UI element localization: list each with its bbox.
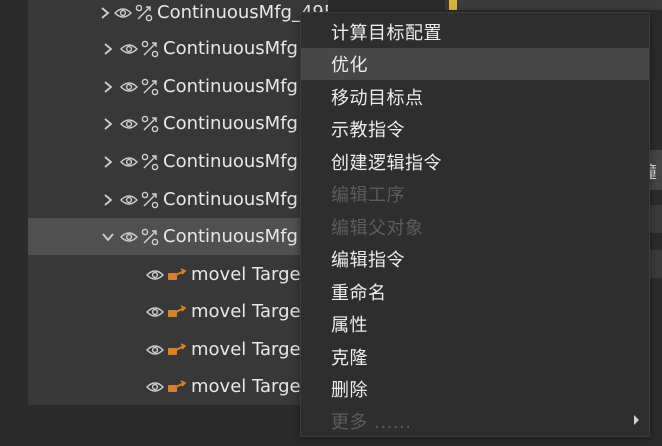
menu-item-label: 优化: [331, 55, 368, 76]
chevron-right-icon[interactable]: [100, 192, 116, 208]
menu-item-label: 删除: [331, 380, 368, 401]
eye-icon[interactable]: [120, 41, 138, 57]
eye-icon[interactable]: [146, 379, 164, 395]
submenu-arrow-icon: [634, 415, 639, 425]
eye-icon[interactable]: [120, 79, 138, 95]
continuous-mfg-icon: [141, 228, 159, 246]
chevron-right-icon[interactable]: [100, 154, 116, 170]
tree-row-label: movel Targe: [191, 301, 301, 322]
move-instruction-icon: [167, 379, 187, 395]
chevron-down-icon[interactable]: [100, 229, 116, 245]
right-panel-band: [650, 205, 662, 233]
viewport-strip: [445, 0, 662, 10]
continuous-mfg-icon: [141, 191, 159, 209]
tree-row-label: movel Targe: [191, 264, 301, 285]
eye-icon[interactable]: [146, 342, 164, 358]
continuous-mfg-icon: [141, 115, 159, 133]
menu-item-label: 克隆: [331, 348, 368, 369]
eye-icon[interactable]: [146, 267, 164, 283]
eye-icon[interactable]: [120, 116, 138, 132]
tree-row-label: movel Targe: [191, 339, 301, 360]
right-panel-band: [650, 250, 662, 278]
tree-row[interactable]: ContinuousMfg: [28, 143, 328, 180]
tree-row-label: ContinuousMfg: [163, 189, 298, 210]
move-instruction-icon: [167, 304, 187, 320]
chevron-right-icon[interactable]: [100, 79, 116, 95]
continuous-mfg-icon: [141, 153, 159, 171]
tree-row-label: ContinuousMfg: [163, 76, 298, 97]
menu-item-delete[interactable]: 删除: [301, 373, 649, 405]
menu-item-label: 示教指令: [331, 120, 405, 141]
menu-item-label: 重命名: [331, 283, 387, 304]
menu-item-edit-parent-object: 编辑父对象: [301, 211, 649, 243]
menu-item-label: 编辑指令: [331, 250, 405, 271]
tree-row[interactable]: ContinuousMfg: [28, 181, 328, 218]
tree-row-label: movel Targe: [191, 376, 301, 397]
menu-item-more[interactable]: 更多 ......: [301, 405, 649, 437]
menu-item-label: 更多 ......: [331, 412, 412, 433]
menu-item-teach-instruction[interactable]: 示教指令: [301, 113, 649, 145]
continuous-mfg-icon: [141, 40, 159, 58]
menu-item-compute-target-config[interactable]: 计算目标配置: [301, 16, 649, 48]
continuous-mfg-icon: [141, 78, 159, 96]
eye-icon[interactable]: [120, 229, 138, 245]
tree-child-row[interactable]: movel Targe: [28, 256, 328, 293]
tree-child-row[interactable]: movel Targe: [28, 368, 328, 405]
menu-item-label: 创建逻辑指令: [331, 153, 442, 174]
chevron-right-icon[interactable]: [100, 116, 116, 132]
context-menu: 计算目标配置 优化 移动目标点 示教指令 创建逻辑指令 编辑工序 编辑父对象 编…: [300, 12, 650, 437]
menu-item-rename[interactable]: 重命名: [301, 276, 649, 308]
menu-item-properties[interactable]: 属性: [301, 308, 649, 340]
tree-row-label: ContinuousMfg: [163, 151, 298, 172]
eye-icon[interactable]: [146, 304, 164, 320]
menu-item-create-logic-instruction[interactable]: 创建逻辑指令: [301, 146, 649, 178]
tree-row[interactable]: ContinuousMfg: [28, 68, 328, 105]
menu-item-move-target-point[interactable]: 移动目标点: [301, 81, 649, 113]
chevron-right-icon[interactable]: [100, 5, 110, 21]
menu-item-label: 属性: [331, 315, 368, 336]
tree-row-label: ContinuousMfg: [163, 113, 298, 134]
menu-item-clone[interactable]: 克隆: [301, 341, 649, 373]
menu-item-label: 编辑父对象: [331, 218, 424, 239]
menu-item-edit-operation: 编辑工序: [301, 178, 649, 210]
move-instruction-icon: [167, 267, 187, 283]
tree-row[interactable]: ContinuousMfg: [28, 30, 328, 67]
move-instruction-icon: [167, 342, 187, 358]
tree-row[interactable]: ContinuousMfg: [28, 105, 328, 142]
tree-row-selected[interactable]: ContinuousMfg: [28, 218, 328, 255]
operation-tree: ContinuousMfg_495520 ContinuousMfg Conti…: [28, 0, 328, 405]
viewport-edge: [449, 0, 457, 10]
eye-icon[interactable]: [120, 154, 138, 170]
chevron-right-icon[interactable]: [100, 41, 116, 57]
menu-item-label: 编辑工序: [331, 185, 405, 206]
menu-item-edit-instruction[interactable]: 编辑指令: [301, 243, 649, 275]
eye-icon[interactable]: [120, 192, 138, 208]
tree-child-row[interactable]: movel Targe: [28, 331, 328, 368]
tree-row-label: ContinuousMfg: [163, 38, 298, 59]
menu-item-label: 计算目标配置: [331, 23, 442, 44]
tree-child-row[interactable]: movel Targe: [28, 293, 328, 330]
eye-icon[interactable]: [114, 5, 132, 21]
menu-item-optimize[interactable]: 优化: [301, 48, 649, 80]
tree-row-label: ContinuousMfg: [163, 226, 298, 247]
continuous-mfg-icon: [135, 4, 153, 22]
menu-item-label: 移动目标点: [331, 88, 424, 109]
tree-row[interactable]: ContinuousMfg_495520: [28, 0, 328, 31]
